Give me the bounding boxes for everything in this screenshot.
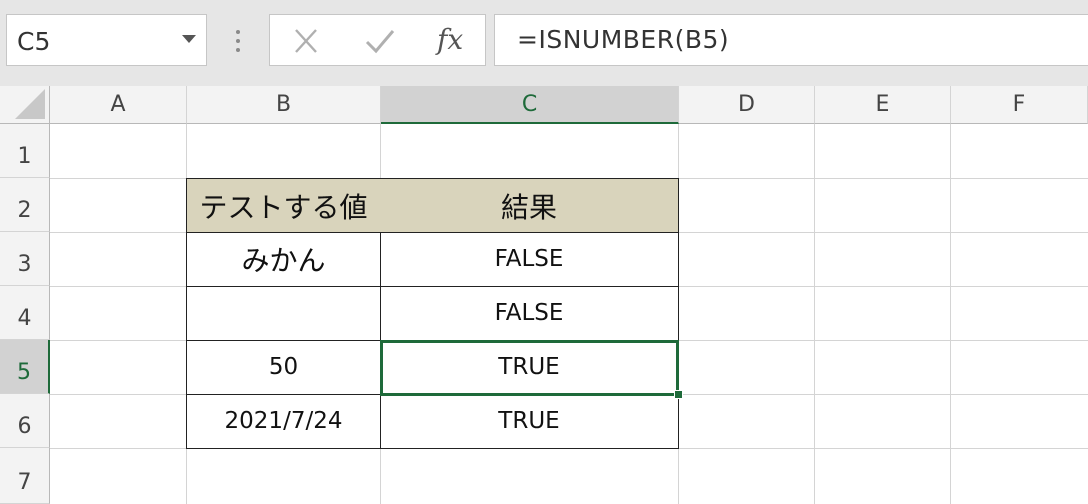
row-header-7[interactable]: 7 [0, 448, 50, 504]
row-header-2[interactable]: 2 [0, 178, 50, 232]
cell-b6[interactable]: 2021/7/24 [186, 394, 381, 449]
row-header-6[interactable]: 6 [0, 394, 50, 448]
cell-b5[interactable]: 50 [186, 340, 381, 395]
cell-c6[interactable]: TRUE [380, 394, 679, 449]
fill-handle[interactable] [674, 390, 683, 399]
cell-c3[interactable]: FALSE [380, 232, 679, 287]
row-header-4[interactable]: 4 [0, 286, 50, 340]
row-header-1[interactable]: 1 [0, 124, 50, 178]
cell-c5[interactable]: TRUE [380, 340, 679, 395]
row-header-3[interactable]: 3 [0, 232, 50, 286]
cell-c2[interactable]: 結果 [380, 178, 679, 233]
cell-c4[interactable]: FALSE [380, 286, 679, 341]
row-header-5[interactable]: 5 [0, 340, 50, 394]
cell-b3[interactable]: みかん [186, 232, 381, 287]
cell-b4[interactable] [186, 286, 381, 341]
cell-b2[interactable]: テストする値 [186, 178, 381, 233]
